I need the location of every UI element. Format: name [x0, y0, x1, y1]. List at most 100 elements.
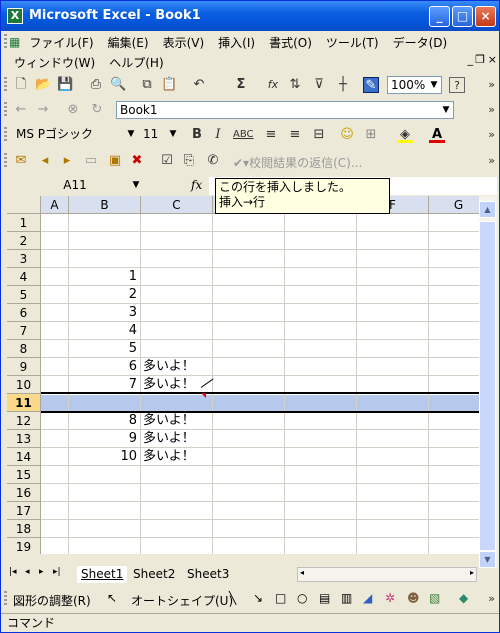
tab-sheet3[interactable]: Sheet3	[183, 566, 233, 583]
row-header-13[interactable]: 13	[7, 430, 41, 448]
vertical-textbox-icon[interactable]: ▥	[341, 591, 352, 605]
drawing-toolbar-options-icon[interactable]: »	[488, 592, 495, 605]
web-toolbar-options-icon[interactable]: »	[488, 103, 495, 116]
refresh-icon[interactable]: ↻	[89, 102, 105, 118]
menu-item[interactable]: ツール(T)	[319, 34, 386, 51]
scroll-left-button[interactable]: ◂	[300, 568, 304, 577]
row-header-3[interactable]: 3	[7, 250, 41, 268]
review-toolbar-options-icon[interactable]: »	[488, 154, 495, 167]
new-icon[interactable]: 🗋	[13, 77, 29, 93]
cell-b6[interactable]: 3	[69, 304, 141, 322]
oval-icon[interactable]: ○	[297, 591, 307, 605]
cell-b8[interactable]: 5	[69, 340, 141, 358]
doc-restore-button[interactable]: ❐	[475, 53, 485, 66]
column-header-a[interactable]: A	[41, 196, 69, 214]
row-header-18[interactable]: 18	[7, 520, 41, 538]
borders-dropdown-icon[interactable]: ⊞	[363, 127, 379, 143]
diagram-icon[interactable]: ✲	[385, 591, 395, 605]
autoshapes-menu[interactable]: オートシェイプ(U)	[131, 592, 233, 609]
tab-next-icon[interactable]: ▸	[39, 567, 44, 577]
row-header-10[interactable]: 10	[7, 376, 41, 394]
line-icon[interactable]: ╲	[229, 591, 236, 605]
cell-comment[interactable]: この行を挿入しました。 挿入→行	[215, 178, 390, 214]
row-header-14[interactable]: 14	[7, 448, 41, 466]
menu-item[interactable]: 書式(O)	[262, 34, 319, 51]
save-icon[interactable]: 💾	[57, 77, 73, 93]
cell-b10[interactable]: 7	[69, 376, 141, 394]
fill-color-draw-icon[interactable]: ◆	[459, 591, 468, 605]
cell-c12[interactable]: 多いよ！	[143, 412, 215, 430]
textbox-icon[interactable]: ▤	[319, 591, 330, 605]
align-left-icon[interactable]: ≡	[263, 127, 279, 143]
cell-b9[interactable]: 6	[69, 358, 141, 376]
row-header-7[interactable]: 7	[7, 322, 41, 340]
cell-b5[interactable]: 2	[69, 286, 141, 304]
bold-button[interactable]: B	[189, 127, 205, 143]
fill-color-icon[interactable]: ◈	[397, 127, 413, 143]
back-icon[interactable]: ←	[13, 102, 29, 118]
row-header-2[interactable]: 2	[7, 232, 41, 250]
cell-b14[interactable]: 10	[69, 448, 141, 466]
align-center-icon[interactable]: ≡	[287, 127, 303, 143]
tab-sheet2[interactable]: Sheet2	[129, 566, 179, 583]
menu-item[interactable]: ファイル(F)	[22, 34, 100, 51]
reply-with-changes-button[interactable]: ✔▾校閲結果の返信(C)...	[233, 154, 362, 171]
zoom-select[interactable]: 100% ▼	[387, 76, 442, 94]
cell-b13[interactable]: 9	[69, 430, 141, 448]
menu-item[interactable]: データ(D)	[386, 34, 455, 51]
forward-icon[interactable]: →	[35, 102, 51, 118]
stop-icon[interactable]: ⊗	[65, 102, 81, 118]
select-all-corner[interactable]	[7, 196, 41, 214]
filter-icon[interactable]: ⊽	[311, 77, 327, 93]
picture-icon[interactable]: ▧	[429, 591, 440, 605]
cell-b7[interactable]: 4	[69, 322, 141, 340]
previous-comment-icon[interactable]: ◂	[37, 153, 53, 169]
maximize-button[interactable]: □	[452, 6, 473, 27]
next-comment-icon[interactable]: ▸	[59, 153, 75, 169]
smiley-icon[interactable]: ☺	[339, 127, 355, 143]
address-field[interactable]: Book1 ▼	[116, 101, 454, 119]
merge-center-icon[interactable]: ⊟	[311, 127, 327, 143]
delete-comment-icon[interactable]: ✖	[129, 153, 145, 169]
track-changes-icon[interactable]: ☑	[159, 153, 175, 169]
toolbar-options-icon[interactable]: »	[488, 78, 495, 91]
minimize-button[interactable]: _	[429, 6, 450, 27]
show-all-comments-icon[interactable]: ▣	[107, 153, 123, 169]
font-size-select[interactable]: 11 ▼	[140, 126, 180, 144]
arrow-icon[interactable]: ↘	[253, 591, 263, 605]
column-header-b[interactable]: B	[69, 196, 141, 214]
paste-icon[interactable]: 📋	[161, 77, 177, 93]
scroll-up-button[interactable]: ▲	[479, 201, 496, 218]
column-header-c[interactable]: C	[141, 196, 213, 214]
help-icon[interactable]: ?	[449, 77, 465, 93]
worksheet-grid[interactable]: ABCDEFG123456789101112131415161718192012…	[7, 196, 479, 554]
cell-c9[interactable]: 多いよ！	[143, 358, 215, 376]
print-preview-icon[interactable]: 🔍	[110, 77, 126, 93]
select-objects-icon[interactable]: ↖	[107, 591, 117, 605]
row-header-15[interactable]: 15	[7, 466, 41, 484]
excel-icon[interactable]: X	[7, 8, 23, 24]
wordart-icon[interactable]: ◢	[363, 591, 372, 605]
italic-button[interactable]: I	[210, 127, 226, 143]
tab-first-icon[interactable]: |◂	[9, 567, 17, 577]
row-header-17[interactable]: 17	[7, 502, 41, 520]
scroll-thumb[interactable]	[479, 221, 496, 551]
row-header-1[interactable]: 1	[7, 214, 41, 232]
name-box[interactable]: A11 ▼	[7, 177, 143, 195]
menu-item[interactable]: ウィンドウ(W)	[7, 54, 102, 71]
tab-sheet1[interactable]: Sheet1	[77, 566, 128, 583]
tab-last-icon[interactable]: ▸|	[53, 567, 61, 577]
menu-item[interactable]: ヘルプ(H)	[102, 54, 170, 71]
rectangle-icon[interactable]: □	[275, 591, 286, 605]
copy-icon[interactable]: ⧉	[139, 77, 155, 93]
row-header-5[interactable]: 5	[7, 286, 41, 304]
doc-minimize-button[interactable]: _	[468, 53, 474, 66]
drawing-toggle-icon[interactable]: ✎	[363, 77, 379, 93]
scroll-right-button[interactable]: ▸	[470, 568, 474, 577]
print-icon[interactable]: ⎙	[88, 77, 104, 93]
new-comment-icon[interactable]: ✉	[13, 153, 29, 169]
vertical-scrollbar[interactable]: ▲ ▼	[479, 196, 497, 568]
send-mail-icon[interactable]: ✆	[205, 153, 221, 169]
doc-close-button[interactable]: ×	[488, 53, 497, 66]
horizontal-scrollbar[interactable]: ◂ ▸	[297, 567, 477, 582]
